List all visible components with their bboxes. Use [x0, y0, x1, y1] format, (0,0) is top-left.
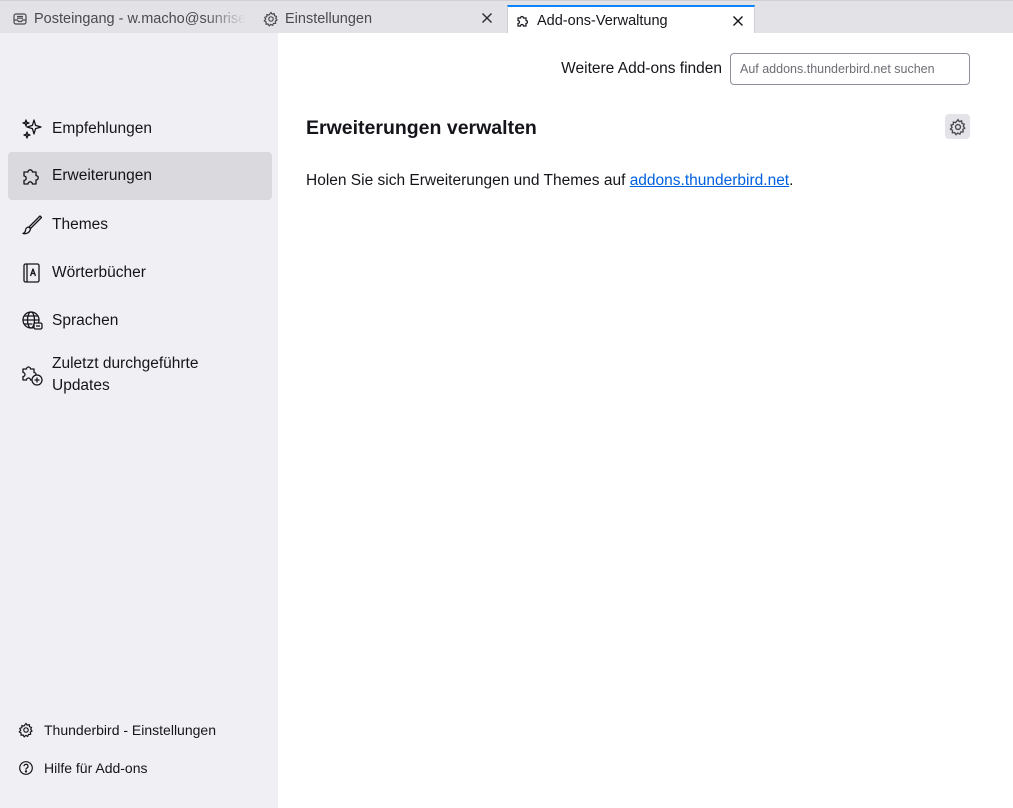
addons-help-link[interactable]: Hilfe für Add-ons: [18, 760, 148, 776]
sidebar-item-label: Erweiterungen: [52, 167, 152, 184]
tab-bar: Posteingang - w.macho@sunrise Einstellun…: [0, 0, 1013, 34]
close-icon[interactable]: [479, 10, 495, 26]
sidebar-item-themes[interactable]: Themes: [8, 211, 272, 239]
info-suffix: .: [789, 172, 794, 189]
help-icon: [18, 760, 34, 776]
tab-label: Posteingang - w.macho@sunrise: [34, 11, 247, 27]
tools-menu-button[interactable]: [945, 114, 970, 139]
sidebar: Empfehlungen Erweiterungen Themes Wörter…: [0, 33, 278, 808]
main-content: Weitere Add-ons finden Erweiterungen ver…: [278, 33, 1013, 808]
tab-addons-manager[interactable]: Add-ons-Verwaltung: [507, 5, 755, 34]
addons-site-link[interactable]: addons.thunderbird.net: [630, 172, 789, 189]
dictionary-icon: [20, 261, 44, 285]
puzzle-update-icon: [20, 363, 44, 387]
find-more-addons-label: Weitere Add-ons finden: [561, 60, 722, 77]
brush-icon: [20, 213, 44, 237]
tab-inbox[interactable]: Posteingang - w.macho@sunrise: [12, 4, 250, 34]
sidebar-item-extensions[interactable]: Erweiterungen: [8, 152, 272, 200]
tab-label: Add-ons-Verwaltung: [537, 12, 668, 29]
sidebar-item-recommendations[interactable]: Empfehlungen: [8, 115, 272, 143]
sidebar-item-label: Sprachen: [52, 312, 119, 329]
close-icon[interactable]: [730, 13, 746, 29]
sidebar-item-dictionaries[interactable]: Wörterbücher: [8, 259, 272, 287]
page-title: Erweiterungen verwalten: [306, 117, 537, 139]
gear-icon: [18, 722, 34, 738]
tab-settings[interactable]: Einstellungen: [263, 4, 503, 34]
puzzle-icon: [20, 164, 44, 188]
addons-settings-link[interactable]: Thunderbird - Einstellungen: [18, 722, 216, 738]
gear-icon: [263, 11, 279, 27]
sidebar-item-label: Themes: [52, 216, 108, 233]
info-prefix: Holen Sie sich Erweiterungen und Themes …: [306, 172, 630, 189]
gear-icon: [948, 118, 966, 136]
globe-icon: [20, 309, 44, 333]
addons-settings-label: Thunderbird - Einstellungen: [44, 722, 216, 738]
inbox-icon: [12, 11, 28, 27]
sidebar-item-recent-updates[interactable]: Zuletzt durchgeführte Updates: [8, 351, 272, 399]
sidebar-item-label: Wörterbücher: [52, 264, 146, 281]
addons-search-input[interactable]: [730, 53, 970, 85]
sidebar-item-label: Empfehlungen: [52, 120, 152, 137]
sidebar-item-label: Zuletzt durchgeführte Updates: [52, 355, 199, 394]
addons-help-label: Hilfe für Add-ons: [44, 760, 148, 776]
puzzle-icon: [515, 13, 531, 29]
empty-state-message: Holen Sie sich Erweiterungen und Themes …: [306, 172, 793, 190]
sparkles-icon: [20, 117, 44, 141]
sidebar-item-languages[interactable]: Sprachen: [8, 307, 272, 335]
tab-label: Einstellungen: [285, 11, 373, 27]
